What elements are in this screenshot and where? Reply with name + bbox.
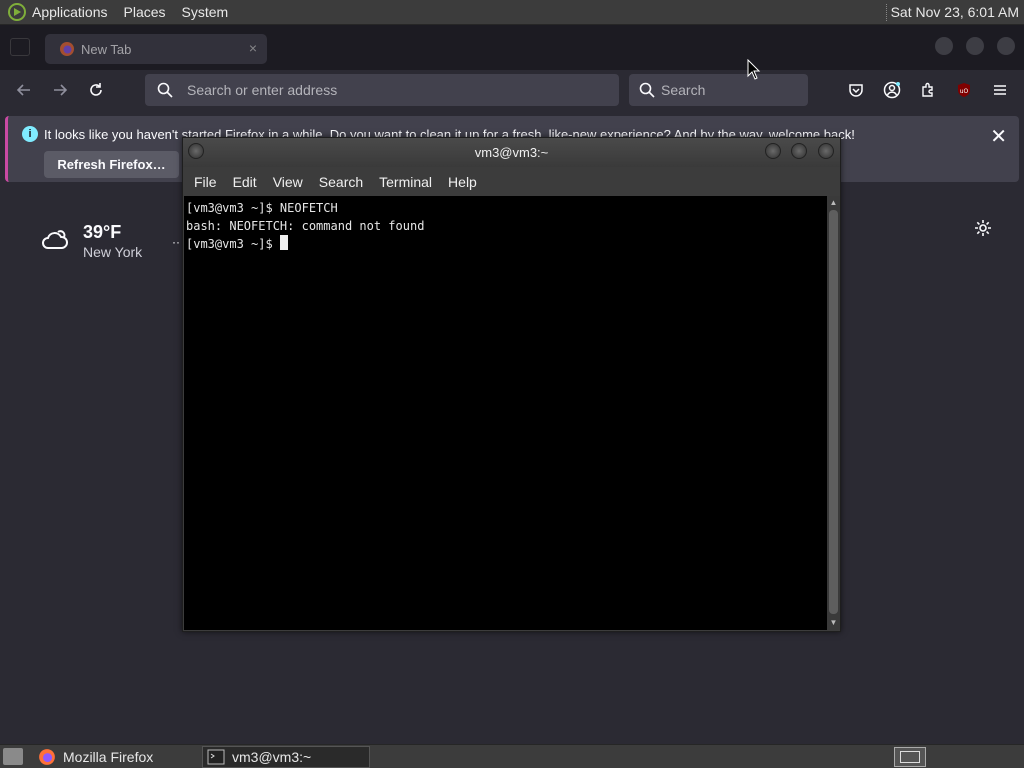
terminal-output[interactable]: [vm3@vm3 ~]$ NEOFETCH bash: NEOFETCH: com… — [184, 196, 827, 630]
pocket-icon[interactable] — [846, 80, 866, 100]
firefox-favicon-icon — [60, 42, 74, 56]
minimize-icon[interactable] — [765, 143, 781, 159]
clock[interactable]: Sat Nov 23, 6:01 AM — [891, 4, 1019, 20]
tab-new-tab[interactable]: New Tab × — [45, 34, 267, 64]
hamburger-menu-icon[interactable] — [990, 80, 1010, 100]
back-icon[interactable] — [12, 78, 36, 102]
panel-separator — [886, 4, 888, 21]
distro-logo-icon[interactable] — [8, 3, 26, 21]
refresh-firefox-button[interactable]: Refresh Firefox… — [44, 151, 179, 178]
workspace-switcher[interactable] — [894, 747, 926, 767]
svg-text:uO: uO — [960, 88, 969, 95]
gear-icon[interactable] — [974, 219, 992, 237]
taskbar-item-label: Mozilla Firefox — [63, 749, 154, 765]
weather-more-button[interactable]: ·· — [172, 235, 180, 249]
info-icon: i — [22, 126, 38, 142]
tab-close-icon[interactable]: × — [249, 40, 257, 56]
show-desktop-icon[interactable] — [3, 748, 23, 765]
window-menu-icon[interactable] — [188, 143, 204, 159]
account-icon[interactable] — [882, 80, 902, 100]
terminal-window[interactable]: vm3@vm3:~ File Edit View Search Terminal… — [182, 137, 841, 632]
menu-file[interactable]: File — [194, 174, 217, 190]
cloud-sun-icon — [42, 230, 68, 249]
address-bar[interactable] — [145, 74, 619, 106]
extensions-icon[interactable] — [918, 80, 938, 100]
terminal-icon — [207, 749, 225, 765]
sidebar-toggle-icon[interactable] — [10, 38, 30, 56]
close-window-icon[interactable] — [997, 37, 1015, 55]
maximize-window-icon[interactable] — [966, 37, 984, 55]
terminal-title: vm3@vm3:~ — [474, 145, 549, 160]
places-menu[interactable]: Places — [124, 4, 166, 20]
scroll-up-icon[interactable]: ▲ — [829, 198, 838, 207]
weather-location: New York — [83, 244, 143, 260]
firefox-icon — [39, 749, 55, 765]
tab-title: New Tab — [81, 41, 132, 57]
menu-terminal[interactable]: Terminal — [379, 174, 432, 190]
search-icon — [157, 82, 173, 98]
browser-tab-bar: New Tab × — [0, 25, 1024, 70]
close-icon[interactable] — [818, 143, 834, 159]
terminal-line: bash: NEOFETCH: command not found — [186, 219, 425, 233]
menu-search[interactable]: Search — [319, 174, 363, 190]
reload-icon[interactable] — [84, 78, 108, 102]
menu-view[interactable]: View — [273, 174, 303, 190]
weather-temperature: 39°F — [83, 222, 122, 242]
address-input[interactable] — [187, 82, 619, 98]
terminal-line: [vm3@vm3 ~]$ NEOFETCH — [186, 201, 338, 215]
search-bar[interactable] — [629, 74, 808, 106]
top-panel: Applications Places System Sat Nov 23, 6… — [0, 0, 1024, 25]
minimize-window-icon[interactable] — [935, 37, 953, 55]
taskbar-item-firefox[interactable]: Mozilla Firefox — [34, 746, 200, 768]
text-cursor — [279, 235, 288, 250]
ublock-icon[interactable]: uO — [954, 80, 974, 100]
search-input[interactable] — [661, 82, 808, 98]
scrollbar-thumb[interactable] — [829, 210, 838, 614]
taskbar-item-label: vm3@vm3:~ — [232, 749, 312, 765]
maximize-icon[interactable] — [791, 143, 807, 159]
system-menu[interactable]: System — [182, 4, 229, 20]
bottom-panel: Mozilla Firefox vm3@vm3:~ — [0, 744, 1024, 768]
terminal-scrollbar[interactable]: ▲ ▼ — [827, 196, 840, 630]
navigation-toolbar: uO — [0, 70, 1024, 110]
search-icon — [639, 82, 655, 98]
terminal-prompt-line: [vm3@vm3 ~]$ — [186, 235, 825, 253]
menu-edit[interactable]: Edit — [233, 174, 257, 190]
forward-icon[interactable] — [48, 78, 72, 102]
applications-menu[interactable]: Applications — [32, 4, 108, 20]
menu-help[interactable]: Help — [448, 174, 477, 190]
terminal-prompt: [vm3@vm3 ~]$ — [186, 237, 280, 251]
terminal-titlebar[interactable]: vm3@vm3:~ — [183, 138, 840, 167]
close-icon[interactable]: ✕ — [990, 124, 1007, 149]
scroll-down-icon[interactable]: ▼ — [829, 618, 838, 627]
taskbar-item-terminal[interactable]: vm3@vm3:~ — [202, 746, 370, 768]
terminal-menubar: File Edit View Search Terminal Help — [183, 167, 840, 196]
mouse-pointer-icon — [747, 59, 761, 80]
